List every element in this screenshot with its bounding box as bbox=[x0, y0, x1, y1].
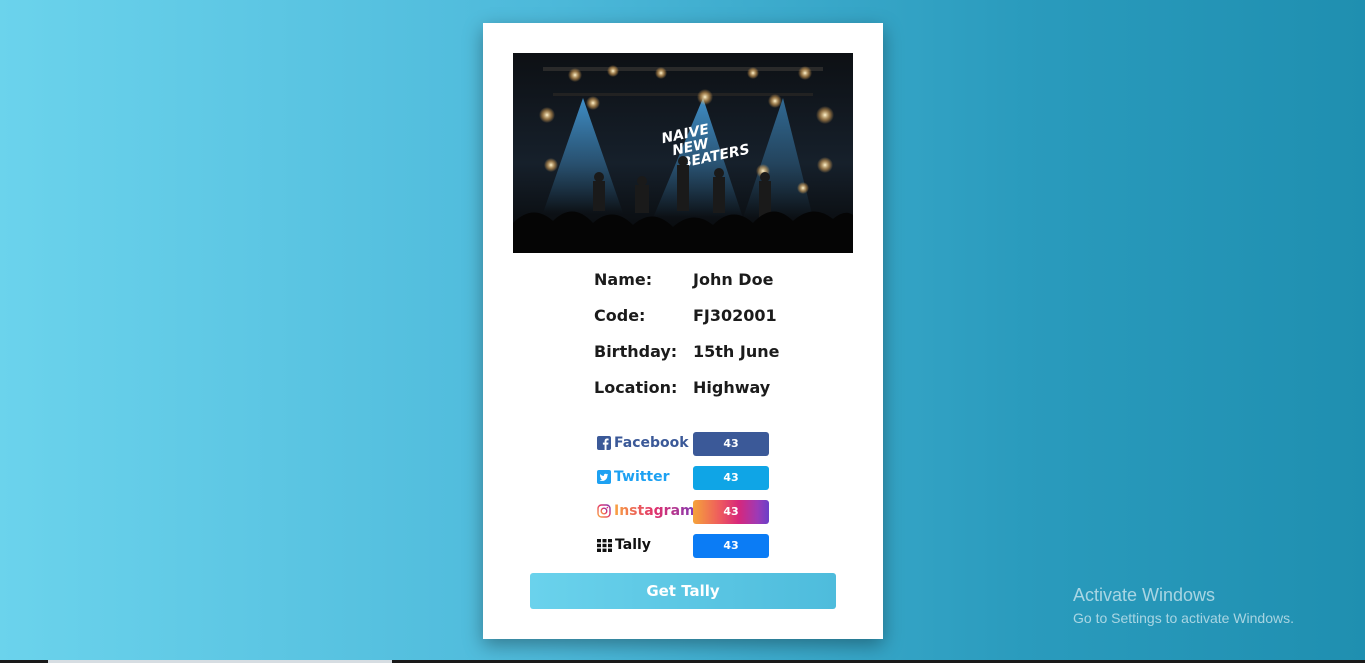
get-tally-button[interactable]: Get Tally bbox=[530, 573, 836, 609]
twitter-count-button[interactable]: 43 bbox=[693, 466, 769, 490]
facebook-count-button[interactable]: 43 bbox=[693, 432, 769, 456]
name-label: Name: bbox=[594, 270, 653, 289]
instagram-icon bbox=[597, 504, 611, 518]
twitter-icon bbox=[597, 470, 611, 484]
profile-card: NAIVE NEW BEATERS Name: John Doe Code: F… bbox=[483, 23, 883, 639]
tally-link[interactable]: Tally bbox=[597, 537, 651, 553]
location-label: Location: bbox=[594, 378, 678, 397]
tally-count-button[interactable]: 43 bbox=[693, 534, 769, 558]
instagram-count-button[interactable]: 43 bbox=[693, 500, 769, 524]
twitter-link[interactable]: Twitter bbox=[597, 469, 670, 485]
facebook-icon bbox=[597, 436, 611, 450]
name-value: John Doe bbox=[693, 270, 774, 289]
facebook-label: Facebook bbox=[614, 435, 689, 451]
instagram-label: Instagram bbox=[614, 503, 695, 519]
birthday-value: 15th June bbox=[693, 342, 780, 361]
birthday-label: Birthday: bbox=[594, 342, 678, 361]
activate-windows-watermark: Activate Windows Go to Settings to activ… bbox=[1073, 585, 1294, 626]
twitter-label: Twitter bbox=[614, 469, 670, 485]
instagram-link[interactable]: Instagram bbox=[597, 503, 695, 519]
watermark-subtitle: Go to Settings to activate Windows. bbox=[1073, 610, 1294, 626]
tally-label: Tally bbox=[615, 537, 651, 553]
code-label: Code: bbox=[594, 306, 646, 325]
location-value: Highway bbox=[693, 378, 771, 397]
grid-icon bbox=[597, 538, 612, 552]
watermark-title: Activate Windows bbox=[1073, 585, 1216, 605]
code-value: FJ302001 bbox=[693, 306, 777, 325]
concert-photo: NAIVE NEW BEATERS bbox=[513, 53, 853, 253]
facebook-link[interactable]: Facebook bbox=[597, 435, 689, 451]
